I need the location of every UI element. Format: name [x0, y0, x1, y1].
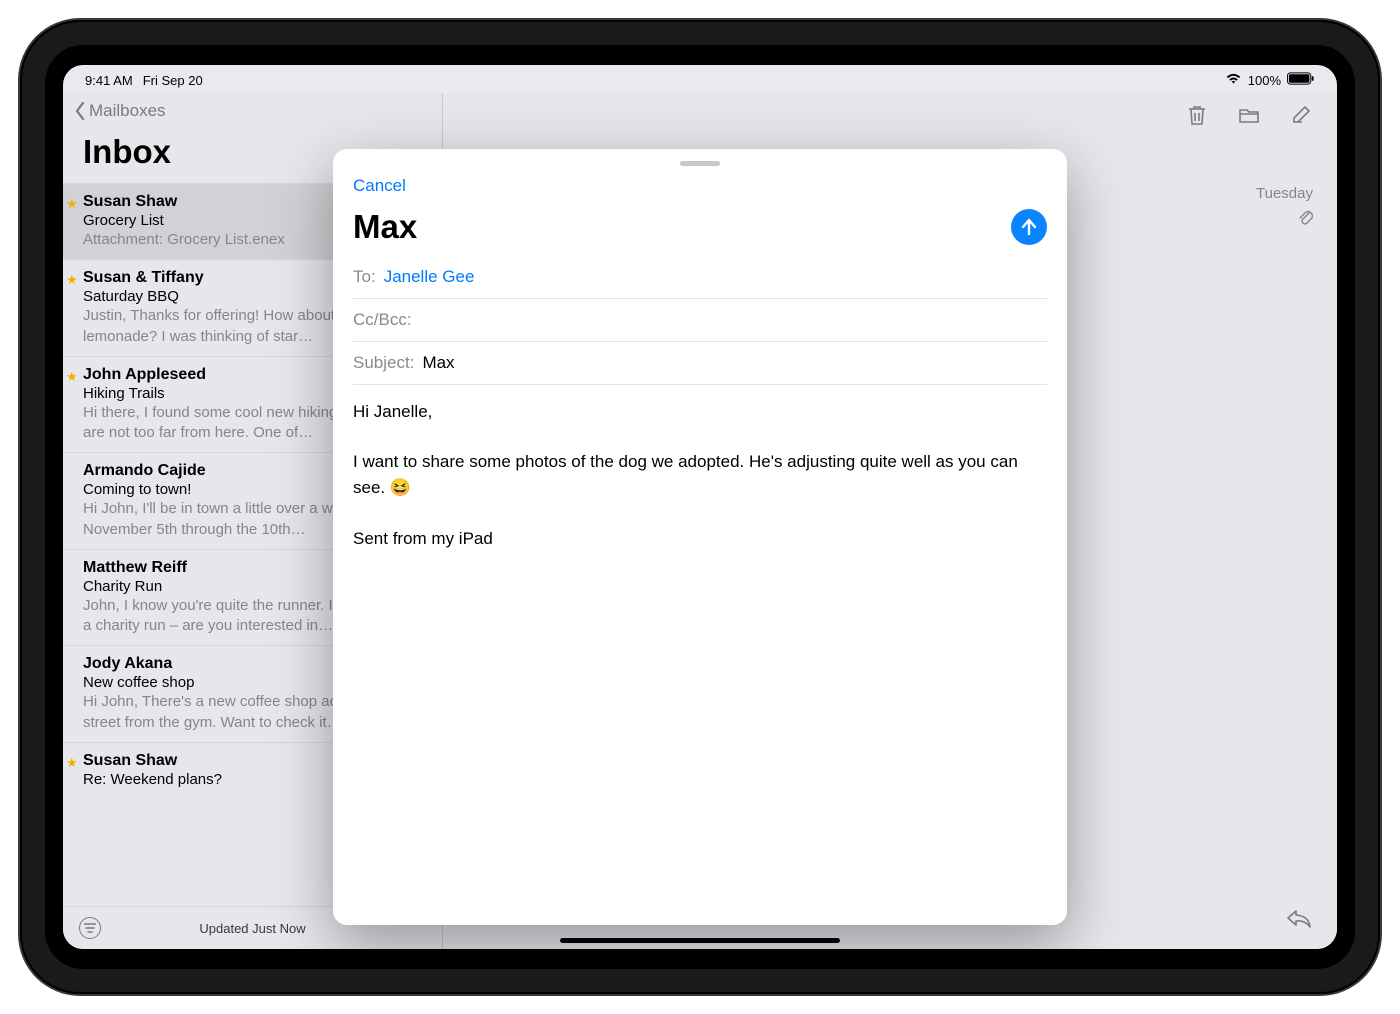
- ipad-device-frame: 9:41 AM Fri Sep 20 100% Mailboxes: [20, 20, 1380, 994]
- compose-button[interactable]: [1289, 103, 1313, 132]
- back-label: Mailboxes: [89, 101, 166, 121]
- star-icon: ★: [66, 196, 78, 212]
- wifi-icon: [1225, 72, 1242, 88]
- compose-sheet: Cancel Max To: Janelle Gee Cc/Bcc: Subje…: [333, 149, 1067, 925]
- battery-icon: [1287, 72, 1315, 88]
- to-label: To:: [353, 267, 376, 287]
- body-greeting: Hi Janelle,: [353, 399, 1047, 425]
- compose-title: Max: [353, 208, 417, 246]
- arrow-up-icon: [1019, 217, 1039, 237]
- status-date: Fri Sep 20: [143, 73, 203, 88]
- star-icon: ★: [66, 369, 78, 385]
- body-main: I want to share some photos of the dog w…: [353, 449, 1047, 502]
- star-icon: ★: [66, 272, 78, 288]
- status-time: 9:41 AM: [85, 73, 133, 88]
- updated-status: Updated Just Now: [199, 921, 305, 936]
- status-bar: 9:41 AM Fri Sep 20 100%: [63, 65, 1337, 93]
- star-icon: ★: [66, 755, 78, 771]
- subject-label: Subject:: [353, 353, 414, 373]
- filter-icon[interactable]: [79, 917, 101, 939]
- ccbcc-field[interactable]: Cc/Bcc:: [353, 299, 1047, 342]
- battery-percent: 100%: [1248, 73, 1281, 88]
- attachment-icon: [1256, 208, 1313, 226]
- trash-button[interactable]: [1185, 103, 1209, 132]
- to-recipient[interactable]: Janelle Gee: [384, 267, 475, 287]
- sheet-grabber[interactable]: [680, 161, 720, 166]
- back-to-mailboxes[interactable]: Mailboxes: [63, 93, 442, 125]
- compose-body[interactable]: Hi Janelle, I want to share some photos …: [353, 385, 1047, 576]
- move-button[interactable]: [1237, 103, 1261, 132]
- subject-field[interactable]: Subject: Max: [353, 342, 1047, 385]
- ccbcc-label: Cc/Bcc:: [353, 310, 412, 330]
- chevron-left-icon: [73, 101, 87, 121]
- send-button[interactable]: [1011, 209, 1047, 245]
- subject-value: Max: [422, 353, 454, 373]
- body-signature: Sent from my iPad: [353, 526, 1047, 552]
- message-date: Tuesday: [1256, 185, 1313, 202]
- home-indicator[interactable]: [560, 938, 840, 943]
- to-field[interactable]: To: Janelle Gee: [353, 256, 1047, 299]
- cancel-button[interactable]: Cancel: [353, 172, 406, 196]
- reply-button[interactable]: [1285, 906, 1313, 935]
